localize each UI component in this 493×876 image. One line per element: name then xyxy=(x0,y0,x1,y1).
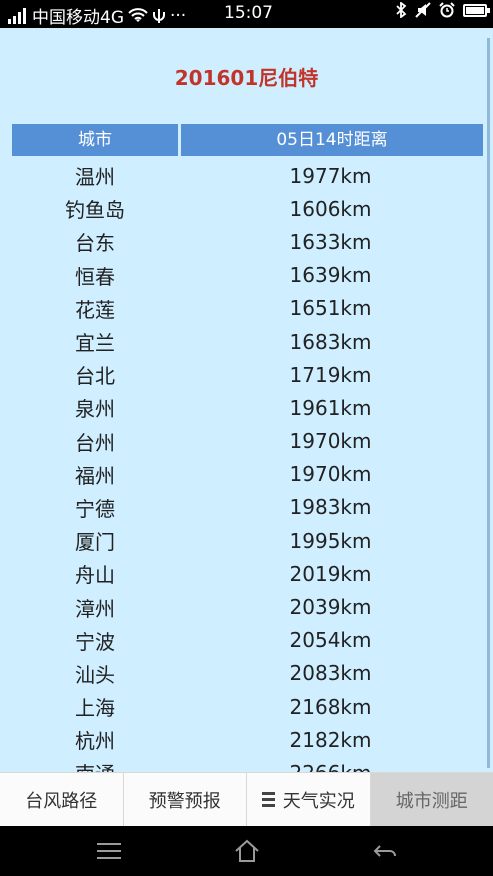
distance-cell: 1683km xyxy=(289,329,372,354)
header-city: 城市 xyxy=(12,124,178,156)
table-row: 厦门 1995km xyxy=(12,524,483,557)
distance-cell: 1961km xyxy=(289,395,372,420)
city-cell: 台东 xyxy=(75,231,115,256)
city-cell: 宜兰 xyxy=(75,331,115,356)
distance-cell: 1970km xyxy=(289,429,372,454)
silent-icon xyxy=(415,2,431,18)
table-row: 泉州 1961km xyxy=(12,391,483,424)
bottom-tab-bar: 台风路径 预警预报 天气实况 城市测距 xyxy=(0,772,493,826)
table-row: 台东 1633km xyxy=(12,225,483,258)
home-button[interactable] xyxy=(232,838,262,864)
menu-icon-line xyxy=(97,850,121,852)
menu-icon xyxy=(261,792,275,807)
distance-cell: 1651km xyxy=(289,296,372,321)
tab-label: 预警预报 xyxy=(148,790,221,812)
city-cell: 温州 xyxy=(75,165,115,190)
city-cell: 上海 xyxy=(75,696,115,721)
usb-icon xyxy=(153,8,165,23)
table-row: 上海 2168km xyxy=(12,690,483,723)
status-time: 15:07 xyxy=(224,3,273,23)
distance-cell: 1719km xyxy=(289,362,372,387)
table-row: 舟山 2019km xyxy=(12,557,483,590)
table-row: 宜兰 1683km xyxy=(12,325,483,358)
city-cell: 台州 xyxy=(75,430,115,455)
city-cell: 汕头 xyxy=(75,662,115,687)
tab-weather-live[interactable]: 天气实况 xyxy=(247,773,371,826)
table-row: 南通2266km xyxy=(12,756,483,772)
distance-cell: 1606km xyxy=(289,196,372,221)
city-cell: 舟山 xyxy=(75,563,115,588)
city-cell: 杭州 xyxy=(75,729,115,754)
distance-cell: 2083km xyxy=(289,661,372,686)
home-icon xyxy=(235,839,259,862)
tab-label: 台风路径 xyxy=(25,790,98,812)
page-title: 201601尼伯特 xyxy=(174,66,319,90)
content-area: 201601尼伯特 城市 05日14时距离 温州 1977km 钓鱼岛 1606km 台… xyxy=(0,28,493,772)
wifi-icon xyxy=(128,7,148,22)
table-row: 台州 1970km xyxy=(12,425,483,458)
menu-icon xyxy=(97,843,121,845)
status-right xyxy=(395,2,490,18)
header-distance: 05日14时距离 xyxy=(181,124,483,156)
tab-label: 城市测距 xyxy=(395,790,468,812)
city-cell: 漳州 xyxy=(75,596,115,621)
table-row: 杭州 2182km xyxy=(12,723,483,756)
city-cell: 泉州 xyxy=(75,397,115,422)
back-button[interactable] xyxy=(370,838,400,864)
battery-icon xyxy=(463,3,490,17)
city-cell: 花莲 xyxy=(75,297,115,322)
distance-cell: 1639km xyxy=(289,263,372,288)
tab-label: 天气实况 xyxy=(282,790,355,812)
city-cell: 台北 xyxy=(75,364,115,389)
bluetooth-icon xyxy=(396,2,407,18)
scrollbar[interactable] xyxy=(487,38,490,768)
table-row: 福州 1970km xyxy=(12,458,483,491)
menu-icon-line xyxy=(97,857,121,859)
distance-cell: 2039km xyxy=(289,595,372,620)
table-row: 花莲 1651km xyxy=(12,292,483,325)
menu-button[interactable] xyxy=(97,838,127,864)
table-row: 恒春 1639km xyxy=(12,259,483,292)
tab-city-distance[interactable]: 城市测距 xyxy=(370,773,493,826)
distance-cell: 1633km xyxy=(289,229,372,254)
more-notifications: ··· xyxy=(170,5,187,26)
signal-icon xyxy=(8,7,26,24)
distance-cell: 1970km xyxy=(289,462,372,487)
status-bar: 中国移动4G ··· 15:07 xyxy=(0,0,493,28)
tab-warning-forecast[interactable]: 预警预报 xyxy=(124,773,247,826)
table-row: 漳州 2039km xyxy=(12,590,483,623)
city-cell: 宁德 xyxy=(75,496,115,521)
distance-cell: 2182km xyxy=(289,727,372,752)
distance-cell: 1977km xyxy=(289,163,372,188)
city-cell: 福州 xyxy=(75,463,115,488)
distance-cell: 2168km xyxy=(289,694,372,719)
tab-typhoon-path[interactable]: 台风路径 xyxy=(0,773,124,826)
table-row: 台北 1719km xyxy=(12,358,483,391)
distance-cell: 2054km xyxy=(289,628,372,653)
table-row: 汕头 2083km xyxy=(12,657,483,690)
city-cell: 南通 xyxy=(12,758,178,772)
distance-cell: 1983km xyxy=(289,495,372,520)
city-cell: 厦门 xyxy=(75,530,115,555)
table-row: 钓鱼岛 1606km xyxy=(12,192,483,225)
table-row: 温州 1977km xyxy=(12,159,483,192)
distance-cell: 1995km xyxy=(289,528,372,553)
city-cell: 恒春 xyxy=(75,264,115,289)
carrier-label: 中国移动4G xyxy=(32,8,124,28)
table-row: 宁德 1983km xyxy=(12,491,483,524)
city-cell: 钓鱼岛 xyxy=(65,198,125,223)
system-nav-bar xyxy=(0,826,493,876)
table-header: 城市 05日14时距离 xyxy=(12,124,483,156)
city-cell: 宁波 xyxy=(75,629,115,654)
alarm-icon xyxy=(439,2,455,18)
distance-table: 温州 1977km 钓鱼岛 1606km 台东 1633km 恒春 1639km 花莲 1651k… xyxy=(12,159,483,772)
status-left: 中国移动4G ··· xyxy=(8,3,186,28)
distance-cell: 2019km xyxy=(289,561,372,586)
table-row: 宁波 2054km xyxy=(12,624,483,657)
distance-cell: 2266km xyxy=(178,761,483,772)
back-icon xyxy=(373,845,396,857)
